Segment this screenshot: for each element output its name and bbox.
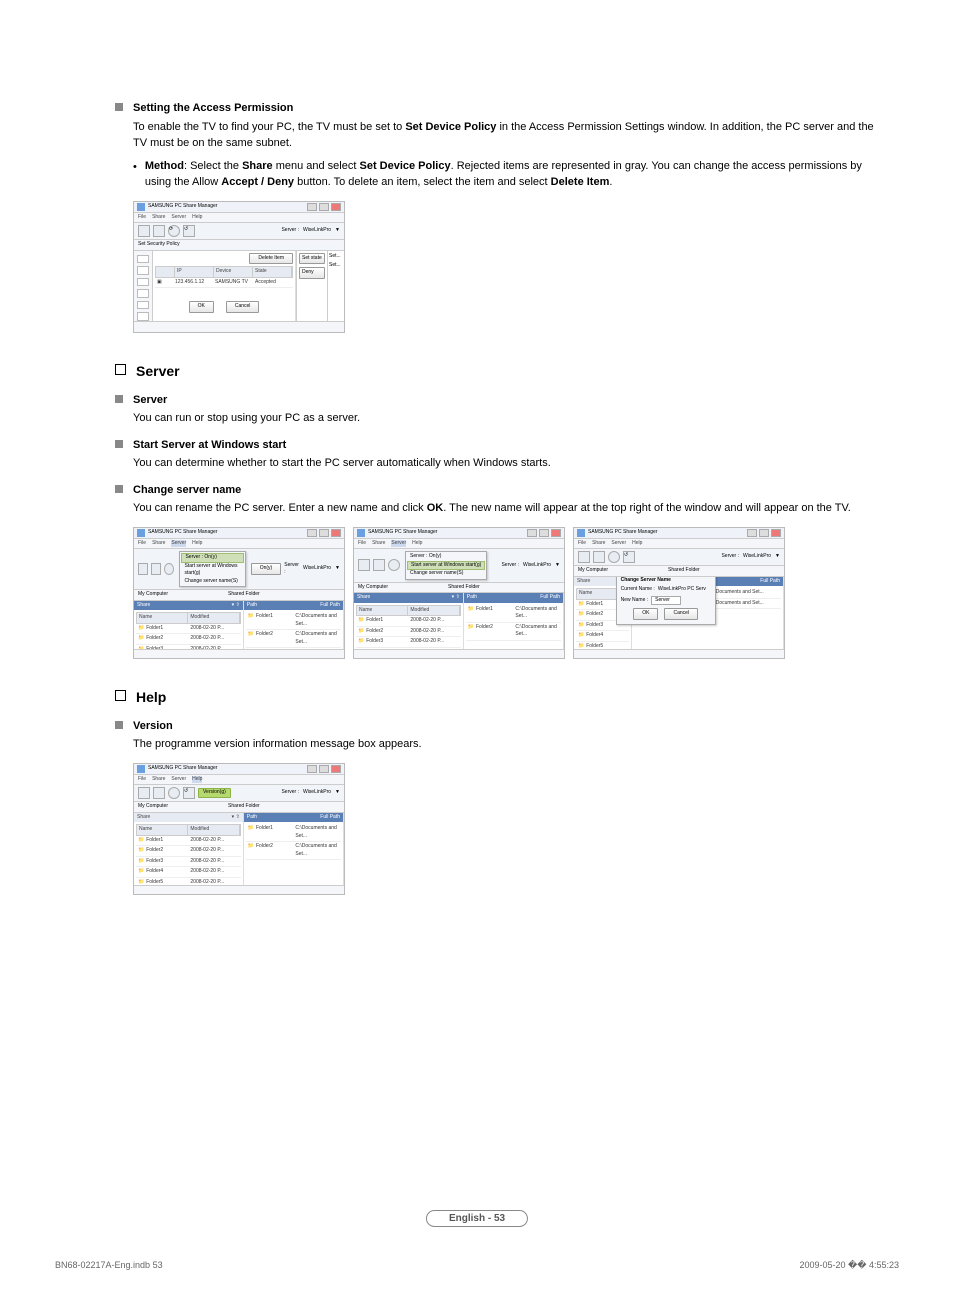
dlg-ok-button[interactable]: OK xyxy=(633,608,658,620)
outline-square-icon xyxy=(115,690,126,701)
outline-square-icon xyxy=(115,364,126,375)
bullet-dot-icon: • xyxy=(133,159,137,191)
policy-row: ▣ 123.456.1.12 SAMSUNG TV Accepted xyxy=(155,278,293,289)
square-bullet-icon xyxy=(115,103,123,111)
ok-button[interactable]: OK xyxy=(189,301,214,313)
cancel-button[interactable]: Cancel xyxy=(226,301,260,313)
change-name-item: Change server name xyxy=(115,482,879,499)
start-at-windows-screenshot: SAMSUNG PC Share Manager FileShareServer… xyxy=(353,527,565,659)
page-number-pill: English - 53 xyxy=(426,1210,528,1227)
toolbar: ⟳↺ Server :WiseLinkPro▼ xyxy=(134,223,344,240)
set-state-button[interactable]: Set state xyxy=(299,253,325,265)
app-icon xyxy=(137,203,145,211)
left-rail xyxy=(134,251,153,321)
footer-right: 2009-05-20 �� 4:55:23 xyxy=(799,1260,899,1271)
deny-button[interactable]: Deny xyxy=(299,267,325,279)
version-tooltip: Version(g) xyxy=(198,788,231,798)
access-title: Setting the Access Permission xyxy=(133,100,293,117)
start-server-body: You can determine whether to start the P… xyxy=(133,455,879,472)
server-on-screenshot: SAMSUNG PC Share Manager FileShareServer… xyxy=(133,527,345,659)
start-server-item: Start Server at Windows start xyxy=(115,437,879,454)
access-permission-heading: Setting the Access Permission xyxy=(115,100,879,117)
new-name-input[interactable]: Server xyxy=(651,596,681,606)
help-section-heading: Help xyxy=(115,687,879,708)
access-paragraph: To enable the TV to find your PC, the TV… xyxy=(133,119,879,152)
window-controls xyxy=(307,203,341,211)
change-server-name-screenshot: SAMSUNG PC Share Manager FileShareServer… xyxy=(573,527,785,659)
version-body: The programme version information messag… xyxy=(133,736,879,753)
server-section-heading: Server xyxy=(115,361,879,382)
dialog-subtitle: Set Security Policy xyxy=(134,240,344,251)
square-bullet-icon xyxy=(115,485,123,493)
help-version-screenshot: SAMSUNG PC Share Manager FileShareServer… xyxy=(133,763,345,895)
square-bullet-icon xyxy=(115,395,123,403)
version-item: Version xyxy=(115,718,879,735)
square-bullet-icon xyxy=(115,440,123,448)
dlg-cancel-button[interactable]: Cancel xyxy=(664,608,698,620)
server-item: Server xyxy=(115,392,879,409)
footer-left: BN68-02217A-Eng.indb 53 xyxy=(55,1260,163,1271)
policy-grid-header: IP Device State xyxy=(155,266,293,278)
change-name-body: You can rename the PC server. Enter a ne… xyxy=(133,500,879,517)
square-bullet-icon xyxy=(115,721,123,729)
menubar: FileShareServerHelp xyxy=(134,213,344,224)
set-device-policy-screenshot: SAMSUNG PC Share Manager FileShareServer… xyxy=(133,201,345,333)
print-footer: BN68-02217A-Eng.indb 53 2009-05-20 �� 4:… xyxy=(55,1260,899,1271)
delete-item-button[interactable]: Delete Item xyxy=(249,253,293,265)
server-item-body: You can run or stop using your PC as a s… xyxy=(133,410,879,427)
change-name-dialog: Change Server Name Current Name :WiseLin… xyxy=(616,577,716,625)
method-bullet: • Method: Select the Share menu and sele… xyxy=(133,158,879,191)
